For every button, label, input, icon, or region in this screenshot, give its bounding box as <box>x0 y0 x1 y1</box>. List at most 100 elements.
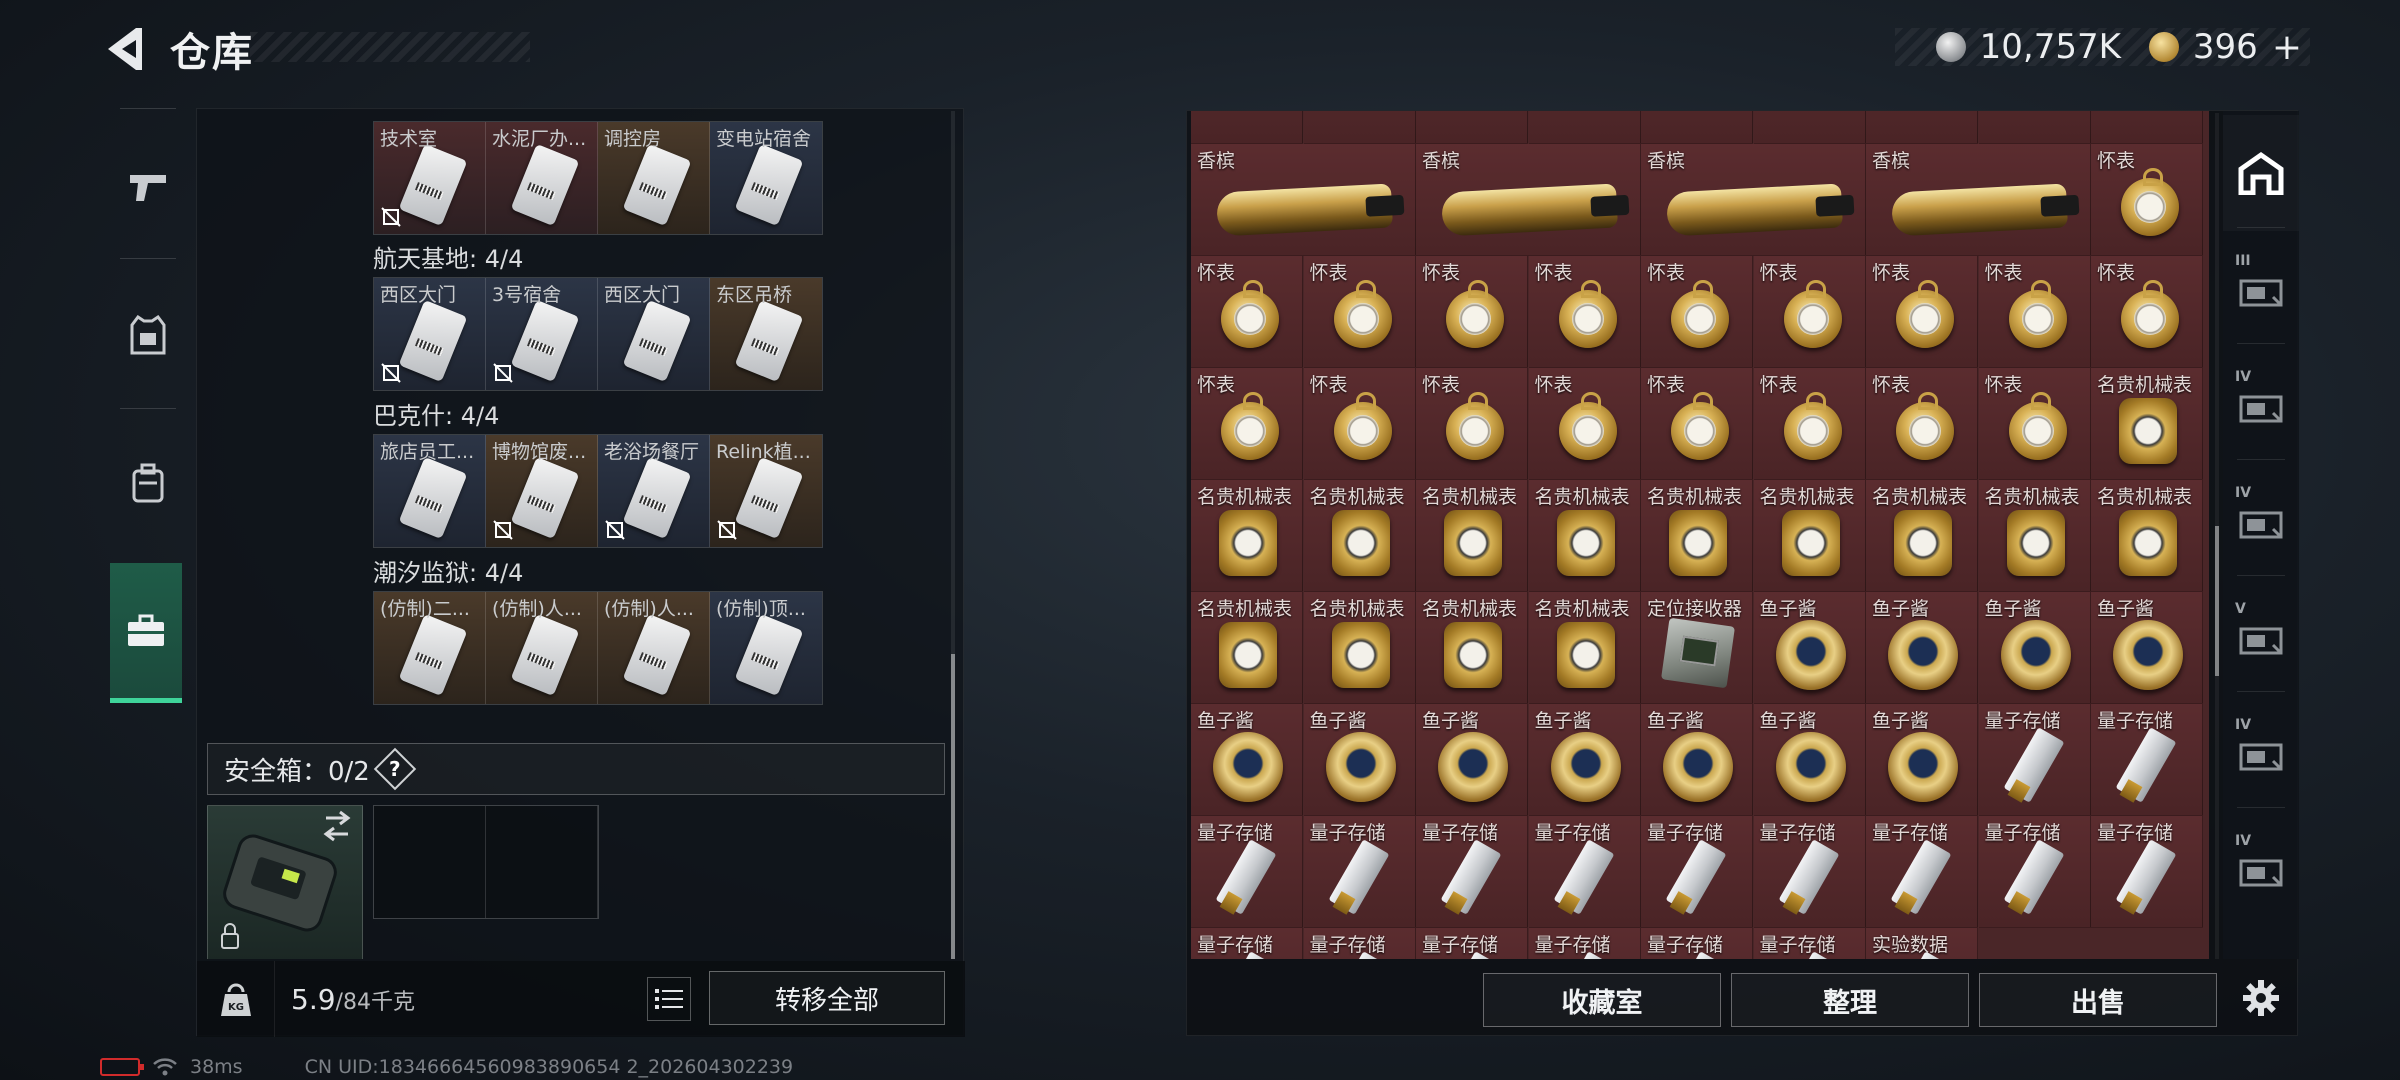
key-item[interactable]: 变电站宿舍 <box>710 122 822 234</box>
storage-item[interactable]: 量子存储 <box>1303 928 1416 959</box>
storage-item[interactable]: 怀表 <box>1528 368 1641 480</box>
storage-item[interactable]: 量子存储 <box>1753 928 1866 959</box>
storage-item[interactable]: 量子存储 <box>1978 816 2091 928</box>
storage-item[interactable]: 名贵机械表 <box>1191 592 1303 704</box>
key-item[interactable]: 老浴场餐厅 <box>598 435 710 547</box>
key-item[interactable]: 西区大门 <box>598 278 710 390</box>
storage-item[interactable]: 鱼子酱 <box>1641 704 1753 816</box>
storage-item[interactable]: 名贵机械表 <box>1303 592 1416 704</box>
storage-item[interactable]: 量子存储 <box>1528 928 1641 959</box>
empty-slot[interactable] <box>374 806 486 918</box>
key-item[interactable]: 技术室 <box>374 122 486 234</box>
storage-item[interactable]: 怀表 <box>1303 256 1416 368</box>
storage-tab-4[interactable]: IV <box>2223 463 2299 579</box>
organize-button[interactable]: 整理 <box>1731 973 1969 1027</box>
storage-item[interactable]: 量子存储 <box>1866 816 1978 928</box>
storage-item[interactable]: 怀表 <box>1978 256 2091 368</box>
storage-item[interactable]: 名贵机械表 <box>2091 368 2203 480</box>
storage-tab-3[interactable]: IV <box>2223 347 2299 463</box>
storage-item[interactable]: 怀表 <box>1866 256 1978 368</box>
key-item[interactable]: (仿制)二... <box>374 592 486 704</box>
storage-item[interactable]: 名贵机械表 <box>2091 480 2203 592</box>
storage-item[interactable]: 量子存储 <box>1753 816 1866 928</box>
storage-item[interactable]: 量子存储 <box>2091 816 2203 928</box>
storage-item[interactable]: 量子存储 <box>1641 816 1753 928</box>
key-item[interactable]: 东区吊桥 <box>710 278 822 390</box>
storage-grid[interactable]: 香槟 香槟 香槟 香槟 怀表 怀表 怀表 怀表 怀表 怀表 怀表 怀表 怀表 怀表 怀表 怀表 怀表 怀表 怀表 怀表… <box>1191 111 2209 959</box>
storage-item[interactable]: 怀表 <box>1303 368 1416 480</box>
storage-item[interactable]: 量子存储 <box>1978 704 2091 816</box>
key-item[interactable]: (仿制)人... <box>598 592 710 704</box>
storage-tab-5[interactable]: V <box>2223 579 2299 695</box>
storage-item[interactable]: 量子存储 <box>1641 928 1753 959</box>
storage-item[interactable]: 量子存储 <box>1191 928 1303 959</box>
tab-backpack[interactable] <box>100 413 196 553</box>
storage-item[interactable]: 名贵机械表 <box>1528 592 1641 704</box>
storage-item[interactable]: 鱼子酱 <box>1303 704 1416 816</box>
storage-item[interactable]: 怀表 <box>1191 256 1303 368</box>
storage-item[interactable]: 怀表 <box>1416 368 1528 480</box>
storage-item[interactable]: 鱼子酱 <box>2091 592 2203 704</box>
storage-item[interactable]: 定位接收器 <box>1641 592 1753 704</box>
storage-item[interactable]: 名贵机械表 <box>1416 592 1528 704</box>
key-item[interactable]: 旅店员工... <box>374 435 486 547</box>
storage-item[interactable]: 量子存储 <box>1416 928 1528 959</box>
storage-item[interactable]: 名贵机械表 <box>1528 480 1641 592</box>
tab-weapons[interactable] <box>100 118 196 258</box>
tab-keys[interactable] <box>110 563 182 703</box>
storage-item[interactable]: 量子存储 <box>2091 704 2203 816</box>
empty-slot[interactable] <box>486 806 598 918</box>
storage-cell[interactable] <box>1978 111 2091 144</box>
collection-room-button[interactable]: 收藏室 <box>1483 973 1721 1027</box>
storage-item[interactable]: 量子存储 <box>1191 816 1303 928</box>
key-item[interactable]: Relink植... <box>710 435 822 547</box>
storage-tab-7[interactable]: IV <box>2223 811 2299 927</box>
storage-item[interactable]: 鱼子酱 <box>1866 704 1978 816</box>
storage-item[interactable]: 怀表 <box>1753 256 1866 368</box>
storage-tab-1[interactable] <box>2223 115 2299 231</box>
key-item[interactable]: (仿制)人... <box>486 592 598 704</box>
storage-cell[interactable] <box>1303 111 1416 144</box>
storage-item[interactable]: 名贵机械表 <box>1303 480 1416 592</box>
storage-item[interactable]: 名贵机械表 <box>1753 480 1866 592</box>
key-item[interactable]: 水泥厂办... <box>486 122 598 234</box>
storage-item[interactable]: 怀表 <box>1641 256 1753 368</box>
storage-item[interactable]: 量子存储 <box>1303 816 1416 928</box>
storage-cell[interactable] <box>1191 111 1303 144</box>
tab-armor[interactable] <box>100 265 196 405</box>
storage-item[interactable]: 鱼子酱 <box>1753 592 1866 704</box>
storage-tab-2[interactable]: III <box>2223 231 2299 347</box>
storage-item[interactable]: 鱼子酱 <box>1753 704 1866 816</box>
storage-item[interactable]: 怀表 <box>1528 256 1641 368</box>
storage-cell[interactable] <box>1528 111 1641 144</box>
key-item[interactable]: 西区大门 <box>374 278 486 390</box>
storage-cell[interactable] <box>1416 111 1528 144</box>
key-item[interactable]: 3号宿舍 <box>486 278 598 390</box>
key-case-scroll-area[interactable]: 技术室 水泥厂办... 调控房 变电站宿舍 航天基地: 4/4 西区大门 3号宿… <box>197 109 957 959</box>
storage-item[interactable]: 鱼子酱 <box>1866 592 1978 704</box>
key-item[interactable]: 调控房 <box>598 122 710 234</box>
storage-tab-6[interactable]: IV <box>2223 695 2299 811</box>
storage-item[interactable]: 怀表 <box>1191 368 1303 480</box>
key-item[interactable]: 博物馆废... <box>486 435 598 547</box>
storage-item[interactable]: 鱼子酱 <box>1528 704 1641 816</box>
storage-item[interactable]: 怀表 <box>1866 368 1978 480</box>
storage-item[interactable]: 香槟 <box>1191 144 1416 256</box>
storage-cell[interactable] <box>1753 111 1866 144</box>
storage-cell[interactable] <box>2091 111 2203 144</box>
storage-item[interactable]: 香槟 <box>1416 144 1641 256</box>
storage-item[interactable]: 量子存储 <box>1416 816 1528 928</box>
storage-item[interactable]: 香槟 <box>1866 144 2091 256</box>
storage-item[interactable]: 名贵机械表 <box>1641 480 1753 592</box>
storage-item[interactable]: 实验数据 <box>1866 928 1978 959</box>
add-currency-button[interactable]: + <box>2272 27 2302 68</box>
storage-item[interactable]: 鱼子酱 <box>1191 704 1303 816</box>
storage-item[interactable]: 名贵机械表 <box>1978 480 2091 592</box>
help-button[interactable]: ? <box>373 747 417 791</box>
storage-item[interactable]: 怀表 <box>1753 368 1866 480</box>
storage-item[interactable]: 怀表 <box>1641 368 1753 480</box>
safe-box-item[interactable] <box>207 805 363 959</box>
storage-item[interactable]: 怀表 <box>2091 144 2203 256</box>
sell-button[interactable]: 出售 <box>1979 973 2217 1027</box>
storage-cell[interactable] <box>1866 111 1978 144</box>
